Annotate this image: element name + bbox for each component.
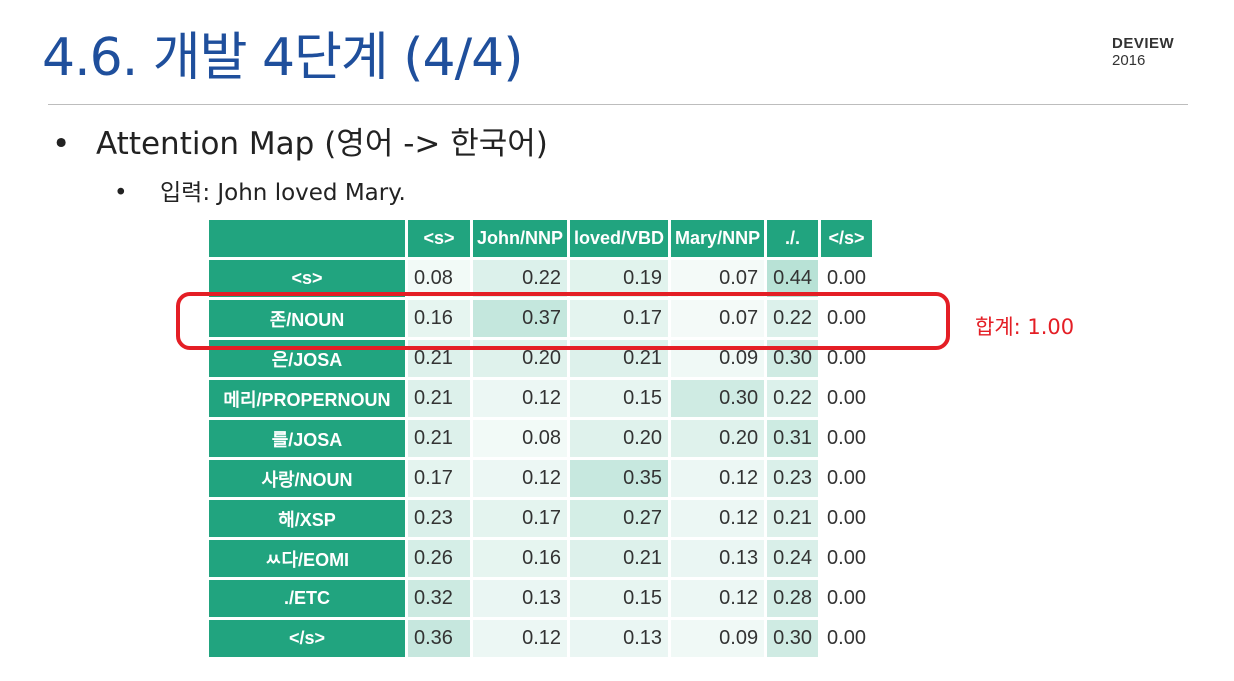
attention-cell: 0.36 — [408, 620, 470, 657]
row-header: 를/JOSA — [209, 420, 405, 457]
attention-cell: 0.00 — [827, 467, 866, 489]
brand-logo: DEVIEW 2016 — [1112, 35, 1222, 70]
attention-cell: 0.12 — [473, 620, 568, 657]
attention-cell: 0.00 — [827, 427, 866, 449]
attention-map-table: <s> John/NNP loved/VBD Mary/NNP ./. </s>… — [206, 217, 875, 660]
row-header: 해/XSP — [209, 500, 405, 537]
attention-cell: 0.32 — [408, 580, 470, 617]
attention-cell: 0.22 — [767, 380, 819, 417]
attention-cell: 0.21 — [767, 500, 819, 537]
attention-cell: 0.26 — [408, 540, 470, 577]
attention-cell: 0.30 — [671, 380, 765, 417]
column-header: ./. — [767, 220, 819, 257]
bullet-sub-text: 입력: John loved Mary. — [160, 180, 406, 206]
brand-name: DEVIEW — [1112, 35, 1175, 52]
table-row: 해/XSP 0.23 0.17 0.27 0.12 0.21 0.00 — [209, 500, 872, 537]
brand-year: 2016 — [1112, 52, 1146, 69]
attention-cell: 0.00 — [827, 587, 866, 609]
row-header: ㅆ다/EOMI — [209, 540, 405, 577]
row-highlight-box — [176, 292, 950, 350]
column-header: Mary/NNP — [671, 220, 765, 257]
slide-title: 4.6. 개발 4단계 (4/4) — [42, 28, 524, 88]
column-header: <s> — [408, 220, 470, 257]
attention-cell: 0.21 — [408, 380, 470, 417]
attention-cell: 0.12 — [671, 580, 765, 617]
bullet-main-text: Attention Map (영어 -> 한국어) — [96, 126, 548, 162]
attention-cell: 0.15 — [570, 580, 669, 617]
table-row: 메리/PROPERNOUN 0.21 0.12 0.15 0.30 0.22 0… — [209, 380, 872, 417]
row-header: ./ETC — [209, 580, 405, 617]
attention-cell: 0.13 — [570, 620, 669, 657]
attention-cell: 0.15 — [570, 380, 669, 417]
attention-cell: 0.12 — [671, 500, 765, 537]
bullet-dot-icon: • — [114, 180, 128, 206]
row-header: </s> — [209, 620, 405, 657]
table-row: </s> 0.36 0.12 0.13 0.09 0.30 0.00 — [209, 620, 872, 657]
attention-cell: 0.00 — [827, 627, 866, 649]
table-row: ./ETC 0.32 0.13 0.15 0.12 0.28 0.00 — [209, 580, 872, 617]
attention-cell: 0.24 — [767, 540, 819, 577]
row-sum-annotation: 합계: 1.00 — [975, 315, 1075, 339]
attention-cell: 0.17 — [473, 500, 568, 537]
bullet-sub: • 입력: John loved Mary. — [114, 178, 406, 208]
attention-cell: 0.09 — [671, 620, 765, 657]
attention-cell: 0.00 — [827, 547, 866, 569]
attention-cell: 0.23 — [767, 460, 819, 497]
table-row: ㅆ다/EOMI 0.26 0.16 0.21 0.13 0.24 0.00 — [209, 540, 872, 577]
attention-cell: 0.23 — [408, 500, 470, 537]
attention-cell: 0.13 — [671, 540, 765, 577]
attention-cell: 0.12 — [473, 380, 568, 417]
attention-cell: 0.17 — [408, 460, 470, 497]
attention-cell: 0.00 — [827, 507, 866, 529]
column-header: </s> — [821, 220, 872, 257]
bullet-dot-icon: • — [52, 126, 71, 162]
attention-cell: 0.12 — [671, 460, 765, 497]
corner-cell — [209, 220, 405, 257]
column-header: loved/VBD — [570, 220, 669, 257]
attention-cell: 0.20 — [671, 420, 765, 457]
table-row: 사랑/NOUN 0.17 0.12 0.35 0.12 0.23 0.00 — [209, 460, 872, 497]
attention-cell: 0.21 — [408, 420, 470, 457]
title-divider — [48, 104, 1188, 105]
attention-cell: 0.00 — [827, 387, 866, 409]
attention-cell: 0.28 — [767, 580, 819, 617]
attention-cell: 0.08 — [473, 420, 568, 457]
attention-cell: 0.27 — [570, 500, 669, 537]
header-row: <s> John/NNP loved/VBD Mary/NNP ./. </s> — [209, 220, 872, 257]
row-header: 사랑/NOUN — [209, 460, 405, 497]
attention-cell: 0.12 — [473, 460, 568, 497]
attention-cell: 0.31 — [767, 420, 819, 457]
row-header: 메리/PROPERNOUN — [209, 380, 405, 417]
attention-cell: 0.21 — [570, 540, 669, 577]
table-row: 를/JOSA 0.21 0.08 0.20 0.20 0.31 0.00 — [209, 420, 872, 457]
attention-cell: 0.16 — [473, 540, 568, 577]
column-header: John/NNP — [473, 220, 568, 257]
attention-cell: 0.13 — [473, 580, 568, 617]
attention-cell: 0.20 — [570, 420, 669, 457]
bullet-main: • Attention Map (영어 -> 한국어) — [52, 124, 548, 164]
attention-cell: 0.35 — [570, 460, 669, 497]
attention-cell: 0.30 — [767, 620, 819, 657]
